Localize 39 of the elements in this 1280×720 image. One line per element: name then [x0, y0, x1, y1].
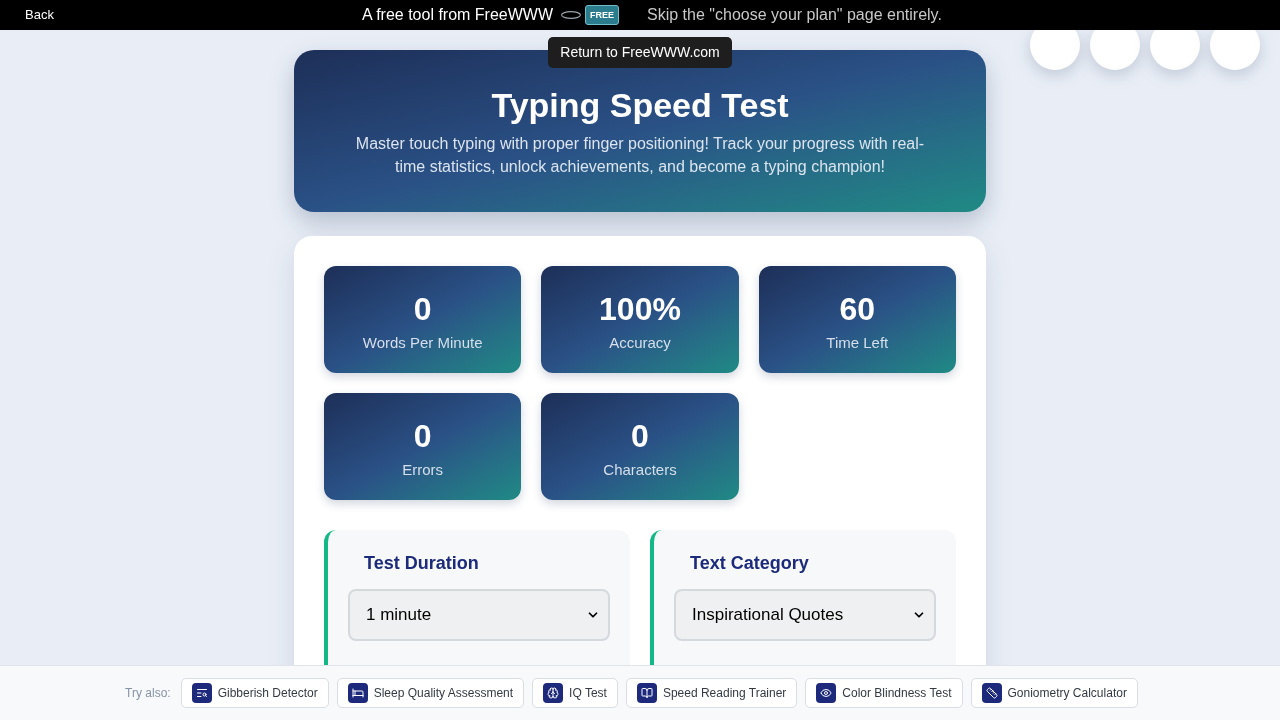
stat-value: 60: [839, 290, 876, 328]
stat-label: Characters: [603, 460, 677, 480]
stat-label: Errors: [402, 460, 444, 480]
open-book-icon: [636, 683, 657, 703]
round-button[interactable]: [1090, 30, 1140, 70]
tool-link[interactable]: Gibberish Detector: [180, 678, 329, 708]
tool-link[interactable]: Sleep Quality Assessment: [336, 678, 525, 708]
loop-icon: [561, 11, 582, 19]
stat-value: 100%: [599, 290, 681, 328]
tooltip: Return to FreeWWW.com: [548, 37, 732, 68]
tagline: A free tool from FreeWWW: [361, 5, 554, 25]
stat-value: 0: [413, 417, 432, 455]
stat-value: 0: [631, 417, 649, 455]
tool-link[interactable]: Goniometry Calculator: [970, 678, 1138, 708]
try-also-label: Try also:: [125, 685, 171, 702]
brain-icon: [543, 683, 564, 703]
bed-icon: [347, 683, 368, 703]
dropdown-select[interactable]: Inspirational Quotes: [674, 589, 936, 641]
stat-value: 0: [413, 290, 432, 328]
settings-title: Text Category: [689, 552, 810, 575]
page-subtitle: Master touch typing with proper finger positioning! Track your progress with real-time statistics, unlock achievements, and become a typing champion!: [354, 134, 926, 177]
stat-label: Time Left: [826, 333, 889, 353]
back-link[interactable]: Back: [25, 5, 54, 25]
page-title: Typing Speed Test: [491, 85, 789, 126]
tool-link[interactable]: IQ Test: [532, 678, 618, 708]
tool-link[interactable]: Color Blindness Test: [805, 678, 963, 708]
settings-title: Test Duration: [363, 552, 480, 575]
dropdown-select[interactable]: 1 minute: [348, 589, 610, 641]
round-button[interactable]: [1210, 30, 1260, 70]
text-search-icon: [191, 683, 212, 703]
ruler-icon: [981, 683, 1002, 703]
tool-link[interactable]: Speed Reading Trainer: [625, 678, 798, 708]
round-button[interactable]: [1150, 30, 1200, 70]
skip-note: Skip the "choose your plan" page entirely.: [647, 5, 942, 25]
round-button[interactable]: [1030, 30, 1080, 70]
eye-icon: [816, 683, 837, 703]
logo-tag[interactable]: FREE: [585, 5, 620, 25]
stat-label: Words Per Minute: [362, 333, 483, 353]
stat-label: Accuracy: [609, 333, 671, 353]
